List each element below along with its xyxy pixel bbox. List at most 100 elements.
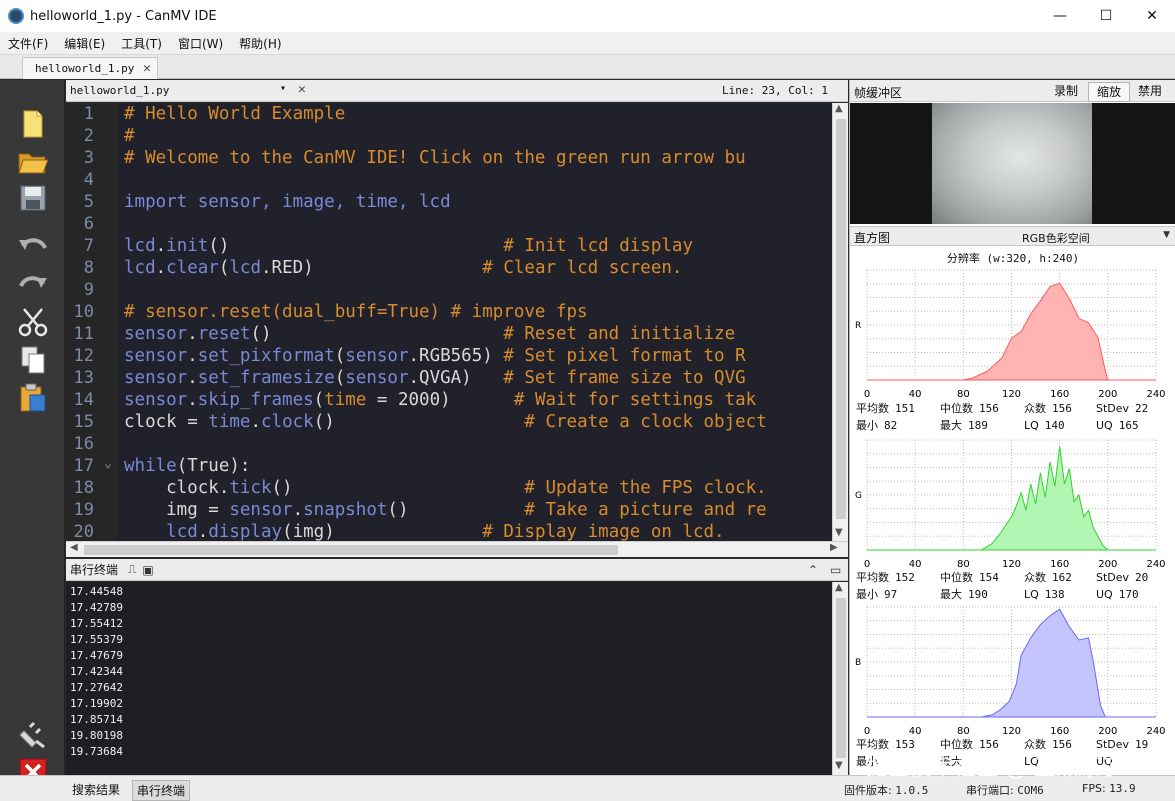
code-line[interactable] — [118, 169, 832, 191]
code-token: # Display image on lcd. — [482, 522, 725, 541]
code-token: # Welcome to the CanMV IDE! Click on the… — [124, 148, 746, 168]
stat-value: 162 — [1052, 571, 1072, 584]
line-number: 5 — [83, 192, 94, 212]
cut-icon[interactable] — [16, 306, 50, 338]
code-token: import — [124, 192, 188, 212]
stat-value: 82 — [884, 419, 898, 432]
scroll-right-icon[interactable]: ▶ — [830, 542, 838, 553]
line-number: 3 — [83, 148, 94, 168]
code-token: # Clear lcd screen. — [482, 258, 683, 278]
save-terminal-icon[interactable]: ▣ — [142, 563, 153, 577]
stat-median: 中位数 154 — [940, 569, 999, 586]
open-folder-icon[interactable] — [16, 146, 50, 178]
minimize-button[interactable]: — — [1037, 0, 1083, 32]
code-line[interactable]: clock.tick() # Update the FPS clock. — [118, 477, 832, 499]
maximize-button[interactable]: ☐ — [1083, 0, 1129, 32]
code-line[interactable] — [118, 279, 832, 301]
code-editor[interactable]: # Hello World Example # # Welcome to the C… — [118, 103, 832, 541]
code-line[interactable]: while(True): — [118, 455, 832, 477]
editor-horizontal-scrollbar[interactable]: ◀ ▶ — [66, 541, 848, 557]
code-line[interactable] — [118, 433, 832, 455]
new-file-icon[interactable] — [16, 108, 50, 140]
code-line[interactable]: sensor.set_framesize(sensor.QVGA) # Set … — [118, 367, 832, 389]
code-token: # Update the FPS clock. — [524, 478, 767, 498]
code-token: # Set pixel format to R — [503, 346, 746, 366]
paste-icon[interactable] — [16, 382, 50, 414]
code-line[interactable]: sensor.set_pixformat(sensor.RGB565) # Se… — [118, 345, 832, 367]
scroll-left-icon[interactable]: ◀ — [70, 542, 78, 553]
record-button[interactable]: 录制 — [1046, 82, 1086, 102]
code-token: sensor — [124, 324, 188, 344]
stat-value: 190 — [968, 588, 988, 601]
fold-marker-icon[interactable]: ⌄ — [104, 453, 112, 475]
close-file-icon[interactable]: ✕ — [298, 82, 306, 97]
editor-vertical-scrollbar[interactable]: ▲ ▼ — [832, 103, 848, 541]
code-token: # — [124, 126, 135, 146]
collapse-icon[interactable]: ⌃ — [808, 563, 818, 577]
menu-window[interactable]: 窗口(W) — [170, 35, 231, 52]
code-line[interactable]: clock = time.clock() # Create a clock ob… — [118, 411, 832, 433]
connect-plug-icon[interactable] — [16, 718, 50, 750]
code-line[interactable]: # Welcome to the CanMV IDE! Click on the… — [118, 147, 832, 169]
code-token: sensor — [345, 368, 409, 388]
stat-mode: 众数 156 — [1024, 400, 1072, 417]
code-line[interactable]: # sensor.reset(dual_buff=True) # improve… — [118, 301, 832, 323]
close-button[interactable]: ✕ — [1129, 0, 1175, 32]
tab-helloworld[interactable]: helloworld_1.py ✕ — [22, 57, 158, 79]
menu-bar: 文件(F) 编辑(E) 工具(T) 窗口(W) 帮助(H) — [0, 32, 1175, 55]
code-line[interactable]: sensor.skip_frames(time = 2000) # Wait f… — [118, 389, 832, 411]
code-token: set_framesize — [197, 368, 335, 388]
firmware-status: 固件版本: 1.0.5 — [844, 782, 928, 798]
title-bar: helloworld_1.py - CanMV IDE — ☐ ✕ — [0, 0, 1175, 32]
stats-row: 最小 82 最大 189 LQ 140 UQ 165 — [856, 417, 1172, 434]
serial-terminal-output[interactable]: 17.44548 17.42789 17.55412 17.55379 17.47679… — [66, 582, 832, 775]
menu-file[interactable]: 文件(F) — [0, 35, 56, 52]
redo-icon[interactable] — [16, 268, 50, 300]
tab-search-results[interactable]: 搜索结果 — [68, 780, 124, 799]
code-line[interactable] — [118, 213, 832, 235]
code-token: clock — [261, 412, 314, 432]
channel-label: G — [855, 491, 862, 501]
code-token: () — [387, 500, 525, 520]
file-dropdown-icon[interactable]: ▾ — [280, 83, 286, 94]
menu-edit[interactable]: 编辑(E) — [56, 35, 113, 52]
file-selector[interactable]: helloworld_1.py — [70, 84, 169, 97]
code-line[interactable]: # Hello World Example — [118, 103, 832, 125]
menu-help[interactable]: 帮助(H) — [231, 35, 289, 52]
code-line[interactable]: import sensor, image, time, lcd — [118, 191, 832, 213]
scroll-up-icon[interactable]: ▲ — [835, 582, 843, 593]
tab-serial-terminal[interactable]: 串行终端 — [132, 780, 191, 801]
code-line[interactable]: img = sensor.snapshot() # Take a picture… — [118, 499, 832, 521]
scroll-down-icon[interactable]: ▼ — [835, 527, 843, 538]
scroll-down-icon[interactable]: ▼ — [835, 760, 843, 771]
code-line[interactable]: sensor.reset() # Reset and initialize — [118, 323, 832, 345]
code-line[interactable]: lcd.init() # Init lcd display — [118, 235, 832, 257]
close-tab-icon[interactable]: ✕ — [143, 61, 151, 76]
save-icon[interactable] — [16, 182, 50, 214]
app-icon — [8, 8, 24, 24]
color-space-select[interactable]: RGB色彩空间 — [1022, 230, 1090, 246]
panel-menu-icon[interactable]: ▭ — [830, 563, 841, 577]
scroll-up-icon[interactable]: ▲ — [835, 103, 843, 114]
line-number: 2 — [83, 126, 94, 146]
stat-value: 156 — [1052, 402, 1072, 415]
menu-tools[interactable]: 工具(T) — [113, 35, 170, 52]
code-token: # Reset and initialize — [503, 324, 736, 344]
stat-stdev: StDev 20 — [1096, 569, 1148, 586]
copy-icon[interactable] — [16, 344, 50, 376]
terminal-vertical-scrollbar[interactable]: ▲ ▼ — [832, 582, 848, 775]
chevron-down-icon[interactable]: ▼ — [1163, 230, 1170, 240]
zoom-button[interactable]: 缩放 — [1088, 82, 1131, 102]
code-line[interactable]: lcd.display(img) # Display image on lcd. — [118, 521, 832, 541]
scroll-thumb[interactable] — [836, 598, 846, 758]
undo-icon[interactable] — [16, 230, 50, 262]
clear-terminal-icon[interactable]: ⎍ — [128, 562, 136, 577]
disable-button[interactable]: 禁用 — [1130, 82, 1170, 102]
stat-mean: 平均数 152 — [856, 569, 915, 586]
code-line[interactable]: # — [118, 125, 832, 147]
scroll-thumb[interactable] — [836, 119, 846, 519]
line-number-gutter: 1 2 3 4 5 6 7 8 9 10 11 12 13 14 15 16 17 ⌄ 18 19 20 — [66, 103, 118, 541]
stat-lq: LQ 140 — [1024, 417, 1065, 434]
scroll-thumb[interactable] — [84, 545, 618, 555]
code-line[interactable]: lcd.clear(lcd.RED) # Clear lcd screen. — [118, 257, 832, 279]
